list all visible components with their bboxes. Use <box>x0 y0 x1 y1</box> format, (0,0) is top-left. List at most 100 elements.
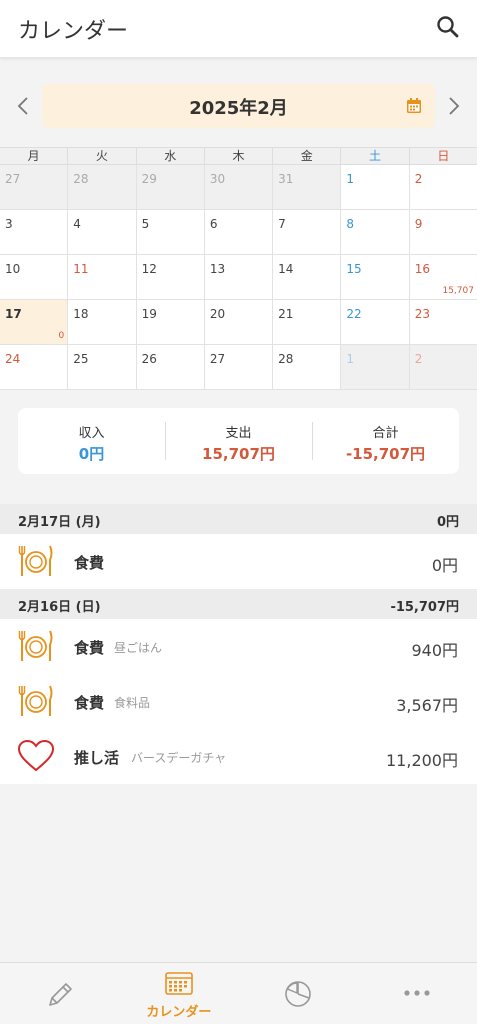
calendar-icon <box>165 972 193 995</box>
calendar-day[interactable]: 26 <box>136 345 205 389</box>
weekday-sun: 日 <box>437 149 450 163</box>
more-icon <box>404 990 430 996</box>
day-number: 19 <box>141 307 157 321</box>
calendar-day[interactable]: 5 <box>136 210 205 254</box>
calendar-day[interactable]: 13 <box>204 255 274 299</box>
calendar-day[interactable]: 2 <box>409 345 477 389</box>
day-number: 10 <box>5 262 21 276</box>
transaction-row[interactable]: 推し活 バースデーガチャ 11,200円 <box>0 729 477 784</box>
month-label: 2025年2月 <box>189 98 288 119</box>
pie-chart-icon <box>285 981 311 1007</box>
dining-icon <box>17 628 55 664</box>
day-number: 9 <box>414 217 423 231</box>
date-group-header: 2月17日 (月) 0円 <box>0 504 477 534</box>
calendar-day[interactable]: 23 <box>409 300 477 344</box>
date-group-header: 2月16日 (日) -15,707円 <box>0 589 477 619</box>
day-number: 30 <box>209 172 226 186</box>
day-number: 31 <box>278 172 294 186</box>
calendar-day[interactable]: 28 <box>273 345 342 389</box>
calendar-day[interactable]: 1 <box>341 165 410 209</box>
calendar-icon[interactable] <box>405 97 423 115</box>
calendar-day[interactable]: 29 <box>136 165 205 209</box>
day-number: 1 <box>346 172 355 186</box>
expense-summary: 支出 15,707円 <box>165 408 312 474</box>
calendar-day[interactable]: 28 <box>68 165 137 209</box>
calendar-day[interactable]: 10 <box>0 255 69 299</box>
month-selector[interactable]: 2025年2月 <box>42 84 435 128</box>
calendar-day[interactable]: 31 <box>273 165 342 209</box>
calendar-day[interactable]: 12 <box>136 255 205 299</box>
nav-calendar-label: カレンダー <box>146 1005 212 1020</box>
calendar-day[interactable]: 3 <box>0 210 69 254</box>
weekday-wed: 水 <box>137 148 205 164</box>
weekday-header: 月 火 水 木 金 土 日 <box>0 147 477 165</box>
calendar-day[interactable]: 9 <box>409 210 477 254</box>
total-label: 合計 <box>372 426 399 441</box>
day-number: 6 <box>209 217 218 231</box>
calendar-day-today[interactable]: 17 0 <box>0 300 69 344</box>
transaction-row[interactable]: 食費 食料品 3,567円 <box>0 674 477 729</box>
day-amount: 0 <box>58 331 65 341</box>
day-number: 22 <box>346 307 362 321</box>
transaction-memo: 昼ごはん <box>114 641 163 655</box>
day-number: 16 <box>414 262 430 276</box>
income-value: 0円 <box>78 445 105 463</box>
calendar-day[interactable]: 24 <box>0 345 69 389</box>
bottom-navigation: カレンダー <box>0 962 477 1024</box>
weekday-sat: 土 <box>341 148 410 164</box>
calendar-day[interactable]: 25 <box>68 345 137 389</box>
date-total: -15,707円 <box>390 600 459 615</box>
calendar-week-row: 27 28 29 30 31 1 2 <box>0 165 477 210</box>
calendar-day[interactable]: 7 <box>273 210 342 254</box>
day-number: 25 <box>73 352 89 366</box>
nav-input[interactable] <box>0 963 119 1024</box>
dining-icon <box>17 543 55 579</box>
nav-report[interactable] <box>239 963 358 1024</box>
day-number: 13 <box>209 262 226 276</box>
calendar-day[interactable]: 22 <box>341 300 410 344</box>
day-number: 28 <box>278 352 294 366</box>
transaction-row[interactable]: 食費 0円 <box>0 534 477 589</box>
monthly-summary: 収入 0円 支出 15,707円 合計 -15,707円 <box>18 408 459 474</box>
income-label: 収入 <box>78 426 105 441</box>
calendar-day[interactable]: 8 <box>341 210 410 254</box>
calendar-week-row: 17 0 18 19 20 21 22 23 <box>0 300 477 345</box>
day-number: 26 <box>141 352 157 366</box>
total-summary: 合計 -15,707円 <box>312 408 459 474</box>
day-number: 14 <box>278 262 294 276</box>
calendar-day[interactable]: 2 <box>409 165 477 209</box>
calendar-day[interactable]: 30 <box>204 165 274 209</box>
chevron-right-icon[interactable] <box>441 94 465 118</box>
nav-more[interactable] <box>358 963 477 1024</box>
calendar-day[interactable]: 11 <box>68 255 137 299</box>
calendar-grid: 27 28 29 30 31 1 2 3 4 5 6 7 8 9 10 11 12 13 14 15 16 15,707 1… <box>0 165 477 391</box>
weekday-fri: 金 <box>273 148 342 164</box>
calendar-day[interactable]: 20 <box>204 300 274 344</box>
calendar-day[interactable]: 4 <box>68 210 137 254</box>
calendar-week-row: 24 25 26 27 28 1 2 <box>0 345 477 390</box>
search-icon[interactable] <box>433 12 463 42</box>
chevron-left-icon[interactable] <box>12 94 36 118</box>
day-number: 7 <box>278 217 286 231</box>
transaction-amount: 3,567円 <box>396 696 458 715</box>
transaction-row[interactable]: 食費 昼ごはん 940円 <box>0 619 477 674</box>
calendar-day[interactable]: 27 <box>204 345 274 389</box>
day-number: 1 <box>346 352 355 366</box>
calendar-day[interactable]: 19 <box>136 300 205 344</box>
heart-icon <box>17 738 55 774</box>
calendar-day[interactable]: 15 <box>341 255 410 299</box>
calendar-day[interactable]: 14 <box>273 255 342 299</box>
pencil-icon <box>48 983 72 1006</box>
calendar-day[interactable]: 16 15,707 <box>409 255 477 299</box>
calendar-day[interactable]: 18 <box>68 300 137 344</box>
calendar-day[interactable]: 27 <box>0 165 69 209</box>
calendar-day[interactable]: 1 <box>341 345 410 389</box>
day-number: 20 <box>209 307 226 321</box>
day-number: 21 <box>278 307 294 321</box>
weekday-mon: 月 <box>0 148 69 164</box>
calendar-day[interactable]: 21 <box>273 300 342 344</box>
nav-calendar[interactable]: カレンダー <box>119 963 238 1024</box>
day-number: 23 <box>414 307 430 321</box>
calendar-day[interactable]: 6 <box>204 210 274 254</box>
expense-label: 支出 <box>225 426 252 441</box>
